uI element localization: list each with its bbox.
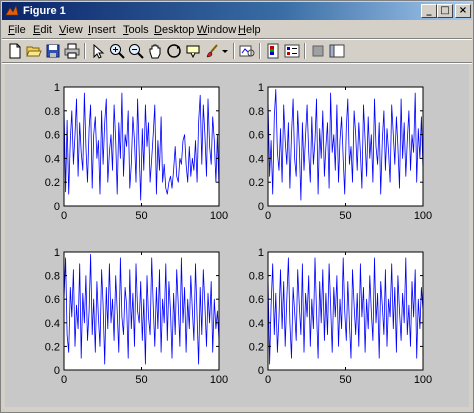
- legend-icon[interactable]: [284, 43, 300, 59]
- axes-4-xtick-label: 50: [339, 374, 351, 386]
- rotate-3d-icon[interactable]: [166, 43, 182, 59]
- new-figure-icon[interactable]: [7, 43, 23, 59]
- axes-3-ytick-label: 0.2: [45, 341, 60, 353]
- matlab-logo-icon: [5, 5, 19, 16]
- maximize-button[interactable]: □: [437, 4, 453, 18]
- minimize-button[interactable]: _: [421, 4, 437, 18]
- axes-2-xtick-label: 0: [265, 210, 271, 222]
- axes-4-ytick-label: 0.2: [249, 341, 264, 353]
- axes-3-ytick-label: 0.6: [45, 294, 60, 306]
- axes-2-ytick-label: 0.8: [249, 106, 264, 118]
- menu-view[interactable]: View: [59, 23, 83, 37]
- toolbar-separator: [84, 43, 86, 59]
- print-icon[interactable]: [64, 43, 80, 59]
- window-title: Figure 1: [23, 5, 66, 17]
- axes-4-ytick-label: 1: [258, 247, 264, 259]
- menu-file[interactable]: File: [8, 23, 26, 37]
- toolbar-separator: [233, 43, 235, 59]
- axes-2-ytick-label: 0.2: [249, 177, 264, 189]
- axes-4-xtick-label: 100: [414, 374, 432, 386]
- zoom-out-icon[interactable]: [128, 43, 144, 59]
- axes-3-ytick-label: 0: [54, 365, 60, 377]
- show-plot-tools-icon[interactable]: [329, 43, 345, 59]
- axes-1-ytick-label: 0: [54, 201, 60, 213]
- title-bar[interactable]: Figure 1 _ □ ×: [2, 2, 472, 20]
- pan-icon[interactable]: [147, 43, 163, 59]
- axes-3-ytick-label: 1: [54, 247, 60, 259]
- link-plot-icon[interactable]: [239, 43, 255, 59]
- axes-3-ytick-label: 0.8: [45, 271, 60, 283]
- figure-toolbar: [2, 40, 472, 62]
- zoom-in-icon[interactable]: [109, 43, 125, 59]
- axes-2-ytick-label: 0: [258, 201, 264, 213]
- axes-4-xtick-label: 0: [265, 374, 271, 386]
- brush-icon[interactable]: [204, 43, 220, 59]
- axes-2-ytick-label: 0.6: [249, 130, 264, 142]
- colorbar-icon[interactable]: [265, 43, 281, 59]
- axes-1-ytick-label: 0.8: [45, 106, 60, 118]
- menu-desktop[interactable]: Desktop: [154, 23, 194, 37]
- menu-bar: File Edit View Insert Tools Desktop Wind…: [2, 21, 472, 39]
- axes-1-ytick-label: 0.4: [45, 153, 60, 165]
- menu-help[interactable]: Help: [238, 23, 261, 37]
- axes-1-ytick-label: 0.2: [45, 177, 60, 189]
- axes-4-ytick-label: 0.6: [249, 294, 264, 306]
- axes-2-ytick-label: 0.4: [249, 153, 264, 165]
- axes-3-xtick-label: 50: [135, 374, 147, 386]
- close-button[interactable]: ×: [455, 4, 471, 18]
- axes-3-xtick-label: 0: [61, 374, 67, 386]
- axes-2-xtick-label: 50: [339, 210, 351, 222]
- brush-dropdown-icon[interactable]: [221, 43, 229, 59]
- axes-1-ytick-label: 0.6: [45, 130, 60, 142]
- hide-plot-tools-icon[interactable]: [310, 43, 326, 59]
- axes-4-ytick-label: 0.8: [249, 271, 264, 283]
- axes-1-xtick-label: 0: [61, 210, 67, 222]
- menu-insert[interactable]: Insert: [88, 23, 116, 37]
- axes-3-xtick-label: 100: [210, 374, 228, 386]
- menu-window[interactable]: Window: [197, 23, 236, 37]
- axes-4-ytick-label: 0: [258, 365, 264, 377]
- save-icon[interactable]: [45, 43, 61, 59]
- axes-3-ytick-label: 0.4: [45, 318, 60, 330]
- axes-2-ytick-label: 1: [258, 82, 264, 94]
- data-cursor-icon[interactable]: [185, 43, 201, 59]
- axes-4-ytick-label: 0.4: [249, 318, 264, 330]
- menu-tools[interactable]: Tools: [123, 23, 149, 37]
- axes-1-ytick-label: 1: [54, 82, 60, 94]
- axes-1-xtick-label: 50: [135, 210, 147, 222]
- toolbar-separator: [304, 43, 306, 59]
- figure-window: Figure 1 _ □ × File Edit View Insert Too…: [0, 0, 474, 413]
- open-file-icon[interactable]: [26, 43, 42, 59]
- axes-2-xtick-label: 100: [414, 210, 432, 222]
- arrow-icon[interactable]: [90, 43, 106, 59]
- toolbar-separator: [259, 43, 261, 59]
- menu-edit[interactable]: Edit: [33, 23, 52, 37]
- axes-1-xtick-label: 100: [210, 210, 228, 222]
- figure-canvas[interactable]: 00.20.40.60.810 50 10000.20.40.60.810 50 100…: [5, 64, 469, 407]
